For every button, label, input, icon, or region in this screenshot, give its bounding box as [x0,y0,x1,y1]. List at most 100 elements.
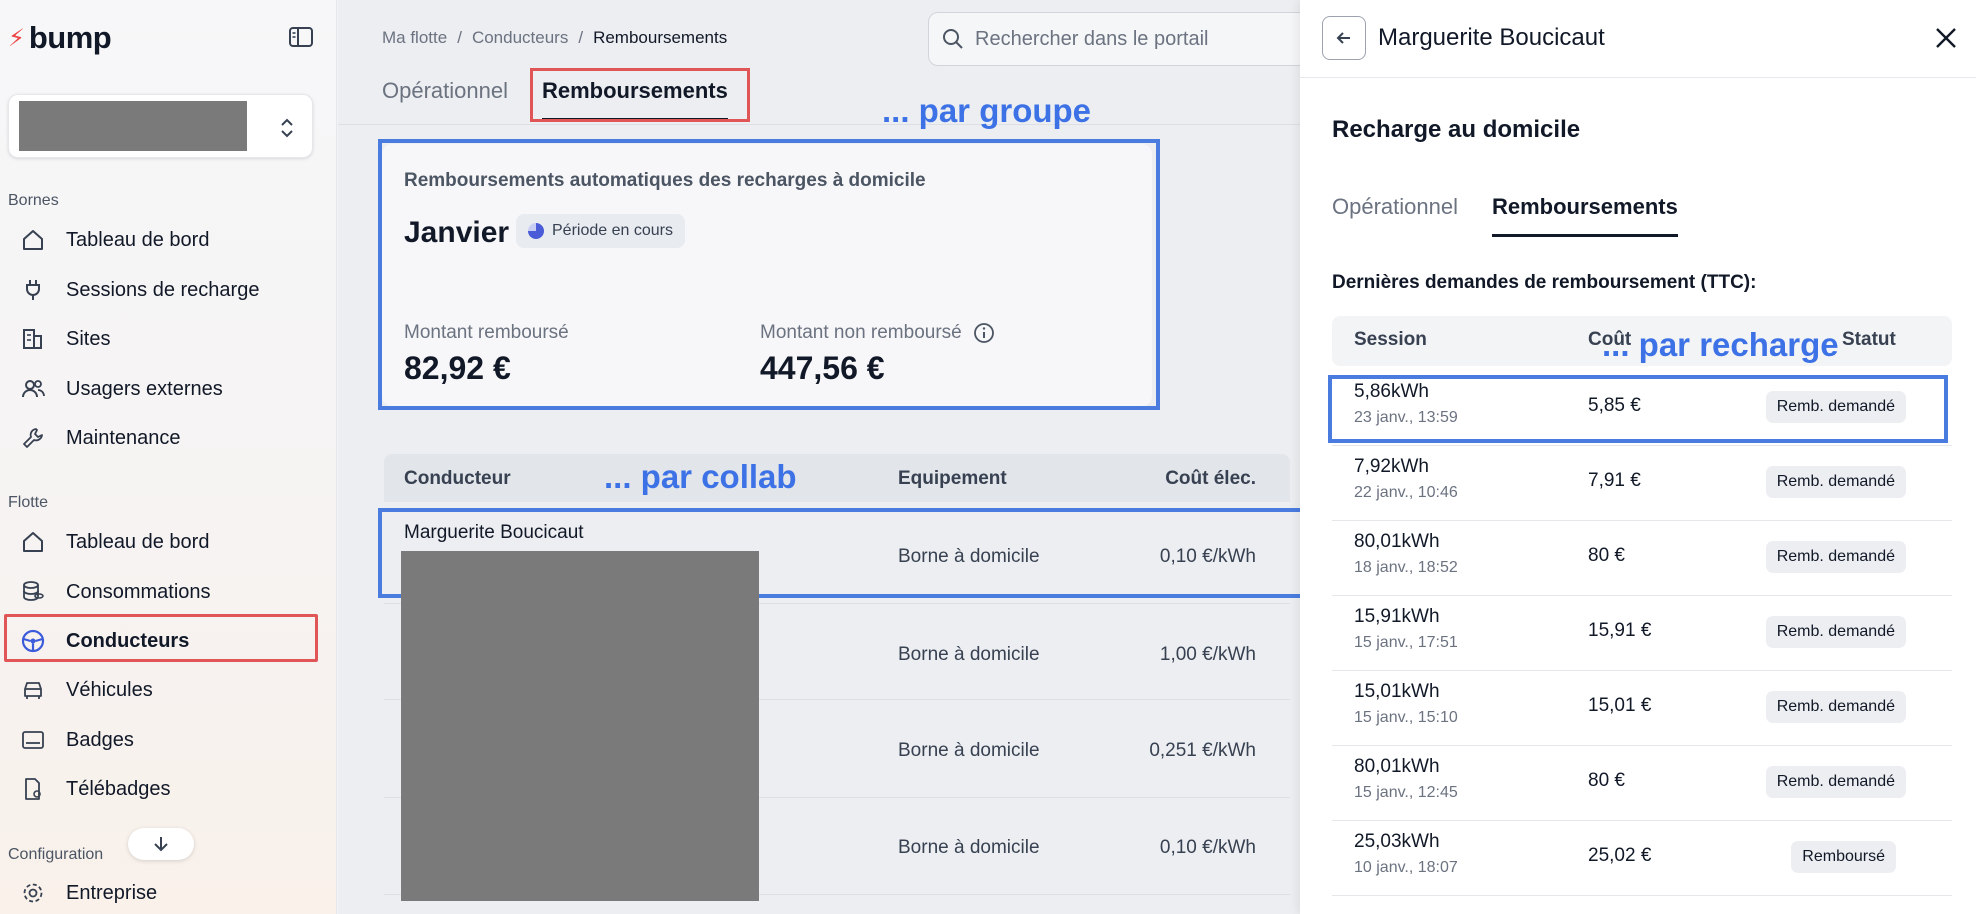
users-icon [22,380,45,398]
sidebar-item-maintenance[interactable]: Maintenance [8,418,313,458]
card-icon [22,731,44,749]
drawer-tab-operational[interactable]: Opérationnel [1332,194,1458,237]
equipment: Borne à domicile [898,740,1040,761]
sidebar-item-flotte-dashboard[interactable]: Tableau de bord [8,522,313,562]
breadcrumb-item-fleet[interactable]: Ma flotte [382,28,447,48]
table-header: Conducteur Equipement Coût élec. [384,454,1290,502]
column-header-equipment[interactable]: Equipement [898,468,1007,490]
sidebar-item-label: Tableau de bord [66,530,210,553]
session-date: 10 janv., 18:07 [1354,859,1458,876]
drawer-tabs: Opérationnel Remboursements [1332,194,1678,237]
session-cost: 15,91 € [1588,620,1652,641]
section-label-flotte: Flotte [8,494,49,511]
session-cost: 15,01 € [1588,695,1652,716]
close-icon[interactable] [1932,24,1960,52]
status-badge: Remb. demandé [1765,616,1906,648]
sidebar-item-label: Maintenance [66,426,181,449]
arrow-down-icon [154,837,168,852]
sidebar-item-badges[interactable]: Badges [8,720,313,760]
sidebar-item-consommations[interactable]: Consommations [8,572,313,612]
highlight-box-recharge [1328,375,1948,443]
breadcrumb-separator: / [578,28,584,47]
sidebar-item-label: Sessions de recharge [66,278,260,301]
section-label-configuration: Configuration [8,846,104,863]
highlight-box-group [378,139,1160,410]
bolt-icon: ⚡ [8,24,25,52]
reimbursement-row[interactable]: 15,91kWh 15 janv., 17:51 15,91 € Remb. d… [1332,596,1952,671]
organization-selector[interactable] [8,94,313,158]
main-content: Ma flotte / Conducteurs / Remboursements… [338,0,1318,914]
drawer-tab-reimbursements[interactable]: Remboursements [1491,194,1678,237]
reimbursement-row[interactable]: 80,01kWh 15 janv., 12:45 80 € Remb. dema… [1332,746,1952,821]
sidebar-item-label: Usagers externes [66,377,223,400]
session-energy: 80,01kWh [1354,756,1440,777]
breadcrumb: Ma flotte / Conducteurs / Remboursements [382,28,727,48]
session-date: 18 janv., 18:52 [1354,559,1458,576]
drawer-section-title: Recharge au domicile [1332,116,1581,143]
column-header-status: Statut [1842,329,1896,350]
status-badge: Remb. demandé [1765,466,1906,498]
electricity-cost: 0,10 €/kWh [1159,837,1256,858]
session-energy: 7,92kWh [1354,456,1429,477]
reimbursement-row[interactable]: 7,92kWh 22 janv., 10:46 7,91 € Remb. dem… [1332,446,1952,521]
sidebar-item-external-users[interactable]: Usagers externes [8,369,313,409]
session-date: 15 janv., 12:45 [1354,784,1458,801]
drawer-title: Marguerite Boucicaut [1378,24,1605,51]
column-header-cost[interactable]: Coût élec. [1165,468,1256,490]
search-icon [943,29,963,49]
equipment: Borne à domicile [898,837,1040,858]
coins-icon [23,581,44,601]
gear-icon [23,883,43,903]
sidebar-item-entreprise[interactable]: Entreprise [8,873,313,913]
home-icon [23,532,43,552]
session-date: 15 janv., 17:51 [1354,634,1458,651]
sidebar: ⚡ bump Bornes Tableau de bord Sessions d… [0,0,337,914]
sidebar-item-telebadges[interactable]: Télébadges [8,769,313,809]
sidebar-item-label: Sites [66,327,111,350]
breadcrumb-item-drivers[interactable]: Conducteurs [472,28,568,48]
session-energy: 80,01kWh [1354,531,1440,552]
annotation-group: ... par groupe [882,92,1092,129]
annotation-collab: ... par collab [604,458,797,495]
status-badge: Remb. demandé [1765,766,1906,798]
logo[interactable]: ⚡ bump [8,18,112,58]
driver-detail-drawer: Marguerite Boucicaut Recharge au domicil… [1300,0,1976,914]
sidebar-item-sessions[interactable]: Sessions de recharge [8,270,313,310]
sidebar-item-label: Télébadges [66,777,171,800]
session-date: 15 janv., 15:10 [1354,709,1458,726]
building-icon [23,329,42,349]
reimbursement-row[interactable]: 80,01kWh 18 janv., 18:52 80 € Remb. dema… [1332,521,1952,596]
logo-text: bump [28,20,112,55]
redacted-organization-name [19,101,247,151]
reimbursement-row[interactable]: 25,03kWh 10 janv., 18:07 25,02 € Rembour… [1332,821,1952,896]
sidebar-item-sites[interactable]: Sites [8,319,313,359]
session-energy: 15,01kWh [1354,681,1440,702]
equipment: Borne à domicile [898,644,1040,665]
section-label-bornes: Bornes [8,192,59,209]
electricity-cost: 0,251 €/kWh [1149,740,1256,761]
tab-operational[interactable]: Opérationnel [382,78,508,121]
plug-icon [26,280,40,300]
reimbursement-row[interactable]: 15,01kWh 15 janv., 15:10 15,01 € Remb. d… [1332,671,1952,746]
status-badge: Remb. demandé [1765,541,1906,573]
sidebar-item-label: Tableau de bord [66,228,210,251]
session-date: 22 janv., 10:46 [1354,484,1458,501]
sidebar-item-vehicules[interactable]: Véhicules [8,670,313,710]
divider [338,124,1300,125]
scroll-down-button[interactable] [128,828,194,860]
car-icon [24,682,42,699]
column-header-driver[interactable]: Conducteur [404,468,511,490]
arrow-left-icon [1336,32,1350,44]
search-input[interactable]: Rechercher dans le portail [928,12,1318,66]
column-header-session: Session [1354,329,1427,350]
sidebar-toggle-icon[interactable] [288,26,314,48]
tag-icon [25,778,41,800]
breadcrumb-separator: / [457,28,462,47]
status-badge: Remb. demandé [1765,691,1906,723]
back-button[interactable] [1322,16,1366,60]
sidebar-item-label: Véhicules [66,678,153,701]
electricity-cost: 1,00 €/kWh [1159,644,1256,665]
sidebar-item-bornes-dashboard[interactable]: Tableau de bord [8,220,313,260]
drawer-header: Marguerite Boucicaut [1300,0,1976,78]
session-cost: 25,02 € [1588,845,1652,866]
